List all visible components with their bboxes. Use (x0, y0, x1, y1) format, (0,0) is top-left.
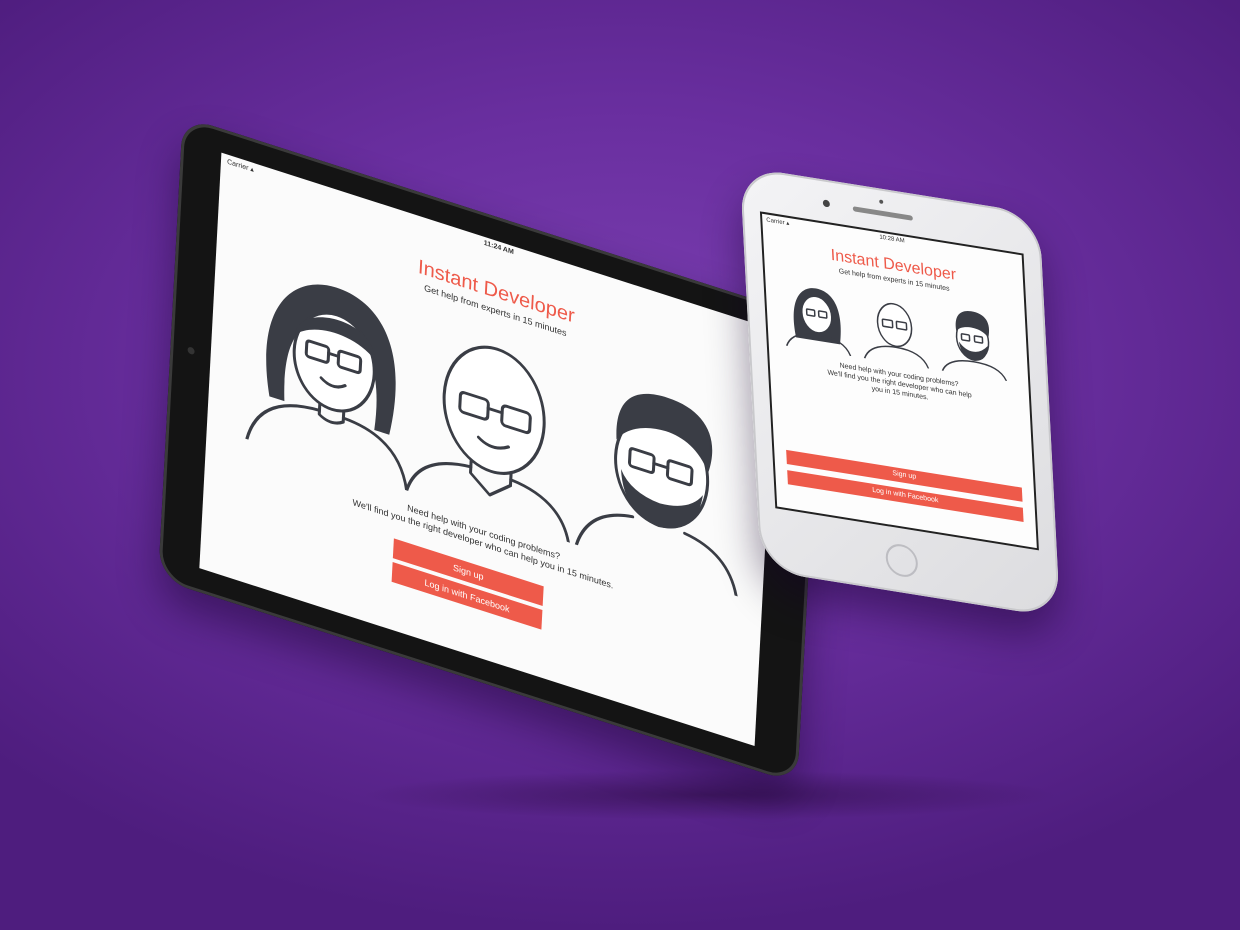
iphone-screen: Carrier ▴ 10:28 AM Instant Developer Get… (759, 211, 1039, 551)
developer-woman-illustration (245, 284, 409, 492)
ipad-device: Carrier ▴ 11:24 AM Instant Developer Get… (158, 116, 822, 784)
developer-bearded-man-illustration (941, 310, 1008, 382)
camera-icon (187, 346, 195, 356)
iphone-device: Carrier ▴ 10:28 AM Instant Developer Get… (739, 166, 1061, 618)
floor-shadow (360, 770, 1060, 820)
camera-icon (822, 199, 831, 208)
sensor-dot (879, 199, 884, 205)
developer-bald-man-illustration (405, 345, 570, 544)
developer-bald-man-illustration (863, 302, 930, 369)
speaker-grille (852, 206, 913, 221)
home-button[interactable] (884, 541, 919, 580)
developer-bearded-man-illustration (574, 394, 738, 598)
developer-woman-illustration (785, 288, 852, 357)
ipad-screen: Carrier ▴ 11:24 AM Instant Developer Get… (199, 152, 777, 747)
